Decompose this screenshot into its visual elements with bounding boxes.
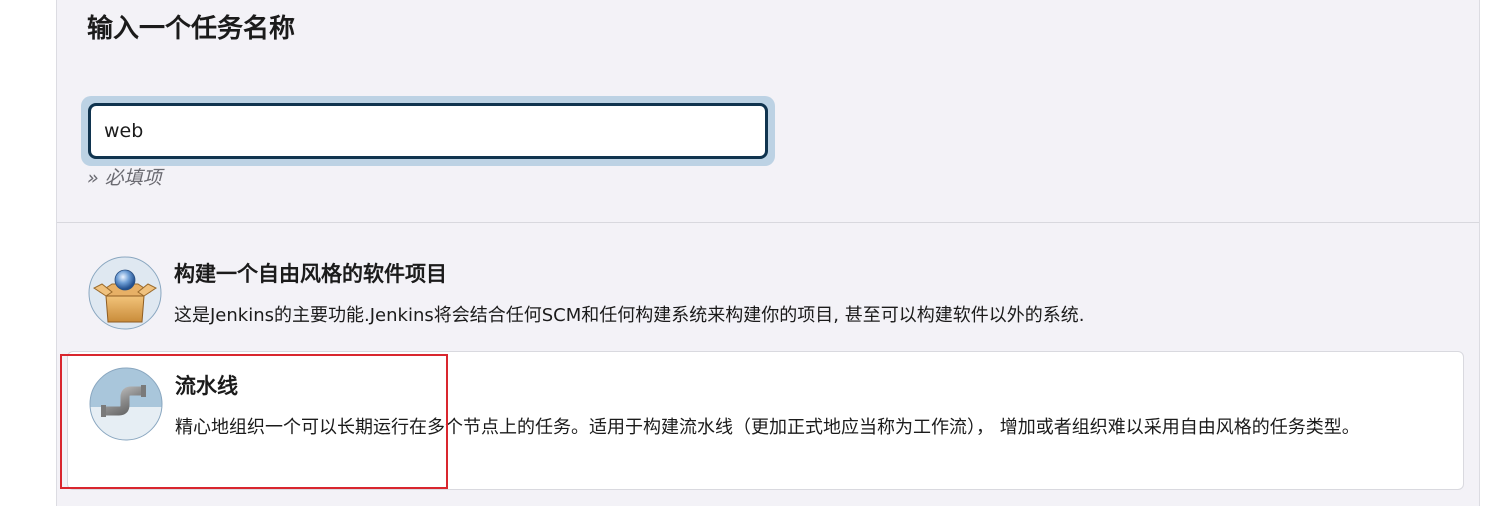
new-item-panel: 输入一个任务名称 » 必填项 bbox=[56, 0, 1480, 506]
item-type-pipeline[interactable]: 流水线 精心地组织一个可以长期运行在多个节点上的任务。适用于构建流水线（更加正式… bbox=[67, 351, 1464, 490]
item-type-description: 这是Jenkins的主要功能.Jenkins将会结合任何SCM和任何构建系统来构… bbox=[174, 305, 1085, 326]
freestyle-box-icon bbox=[88, 256, 162, 330]
pipeline-pipe-icon bbox=[89, 367, 163, 441]
item-type-description: 精心地组织一个可以长期运行在多个节点上的任务。适用于构建流水线（更加正式地应当称… bbox=[175, 417, 1360, 438]
required-hint: » 必填项 bbox=[87, 167, 162, 189]
item-type-freestyle[interactable]: 构建一个自由风格的软件项目 这是Jenkins的主要功能.Jenkins将会结合… bbox=[67, 236, 1464, 348]
item-type-title: 流水线 bbox=[175, 374, 238, 398]
page-title: 输入一个任务名称 bbox=[87, 14, 296, 44]
item-name-input[interactable] bbox=[88, 103, 768, 159]
item-name-section: 输入一个任务名称 » 必填项 bbox=[57, 0, 1479, 223]
item-type-title: 构建一个自由风格的软件项目 bbox=[174, 262, 447, 286]
